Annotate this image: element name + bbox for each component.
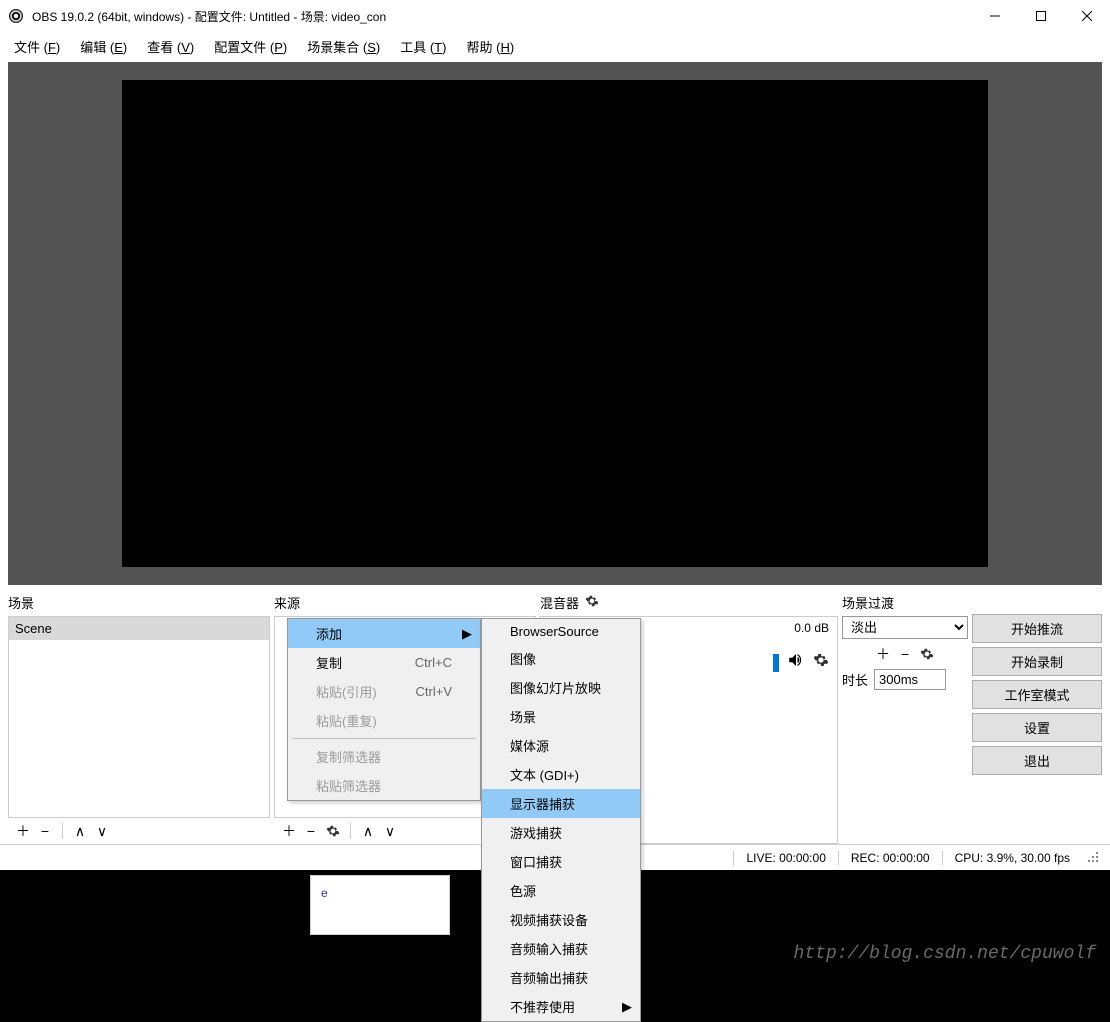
cm-copy-filters: 复制筛选器 xyxy=(288,742,480,771)
src-window-capture[interactable]: 窗口捕获 xyxy=(482,847,640,876)
menu-scene-collection[interactable]: 场景集合 (S) xyxy=(297,33,390,60)
sources-context-menu: 添加 ▶ 复制 Ctrl+C 粘贴(引用) Ctrl+V 粘贴(重复) 复制筛选… xyxy=(287,618,481,801)
add-source-submenu: BrowserSource 图像 图像幻灯片放映 场景 媒体源 文本 (GDI+… xyxy=(481,618,641,1022)
status-rec: REC: 00:00:00 xyxy=(838,851,942,865)
menu-profile[interactable]: 配置文件 (P) xyxy=(204,33,297,60)
start-streaming-button[interactable]: 开始推流 xyxy=(972,614,1102,643)
transition-add-icon[interactable]: ＋ xyxy=(874,645,892,663)
mixer-settings-icon[interactable] xyxy=(585,594,599,611)
titlebar: OBS 19.0.2 (64bit, windows) - 配置文件: Unti… xyxy=(0,0,1110,32)
resize-grip-icon[interactable] xyxy=(1086,850,1102,866)
src-display-capture[interactable]: 显示器捕获 xyxy=(482,789,640,818)
source-properties-icon[interactable] xyxy=(324,822,342,840)
transition-remove-icon[interactable]: − xyxy=(896,645,914,663)
volume-slider[interactable] xyxy=(773,654,779,672)
controls-panel: 开始推流 开始录制 工作室模式 设置 退出 xyxy=(972,589,1102,844)
duration-input[interactable] xyxy=(874,669,946,690)
cm-paste-ref: 粘贴(引用) Ctrl+V xyxy=(288,677,480,706)
menu-tools[interactable]: 工具 (T) xyxy=(390,33,456,60)
transitions-panel: 场景过渡 淡出 ＋ − 时长 xyxy=(842,589,968,844)
exit-button[interactable]: 退出 xyxy=(972,746,1102,775)
src-audio-output[interactable]: 音频输出捕获 xyxy=(482,963,640,992)
submenu-arrow-icon: ▶ xyxy=(462,626,472,642)
status-cpu: CPU: 3.9%, 30.00 fps xyxy=(942,851,1082,865)
src-media[interactable]: 媒体源 xyxy=(482,731,640,760)
menu-view[interactable]: 查看 (V) xyxy=(137,33,204,60)
menu-edit[interactable]: 编辑 (E) xyxy=(70,33,137,60)
duration-label: 时长 xyxy=(842,670,868,689)
settings-button[interactable]: 设置 xyxy=(972,713,1102,742)
watermark-text: http://blog.csdn.net/cpuwolf xyxy=(794,944,1096,964)
cm-add[interactable]: 添加 ▶ xyxy=(288,619,480,648)
source-up-icon[interactable]: ∧ xyxy=(359,822,377,840)
studio-mode-button[interactable]: 工作室模式 xyxy=(972,680,1102,709)
src-audio-input[interactable]: 音频输入捕获 xyxy=(482,934,640,963)
src-video-capture[interactable]: 视频捕获设备 xyxy=(482,905,640,934)
start-recording-button[interactable]: 开始录制 xyxy=(972,647,1102,676)
add-source-icon[interactable]: ＋ xyxy=(280,822,298,840)
scenes-title: 场景 xyxy=(8,589,270,616)
speaker-icon[interactable] xyxy=(787,651,805,674)
remove-source-icon[interactable]: − xyxy=(302,822,320,840)
scene-up-icon[interactable]: ∧ xyxy=(71,822,89,840)
channel-settings-icon[interactable] xyxy=(813,652,829,673)
transitions-title: 场景过渡 xyxy=(842,589,968,616)
source-down-icon[interactable]: ∨ xyxy=(381,822,399,840)
src-color-source[interactable]: 色源 xyxy=(482,876,640,905)
status-live: LIVE: 00:00:00 xyxy=(733,851,837,865)
transition-settings-icon[interactable] xyxy=(918,645,936,663)
sources-title: 来源 xyxy=(274,589,536,616)
transition-select[interactable]: 淡出 xyxy=(842,616,968,639)
scenes-toolbar: ＋ − ∧ ∨ xyxy=(8,818,270,844)
scene-down-icon[interactable]: ∨ xyxy=(93,822,111,840)
add-scene-icon[interactable]: ＋ xyxy=(14,822,32,840)
src-scene[interactable]: 场景 xyxy=(482,702,640,731)
mixer-channel-db: 0.0 dB xyxy=(794,621,829,635)
close-button[interactable] xyxy=(1064,0,1110,32)
preview-area xyxy=(8,62,1102,585)
maximize-button[interactable] xyxy=(1018,0,1064,32)
remove-scene-icon[interactable]: − xyxy=(36,822,54,840)
cm-paste-dup: 粘贴(重复) xyxy=(288,706,480,735)
scene-item[interactable]: Scene xyxy=(9,617,269,640)
scenes-panel: 场景 Scene ＋ − ∧ ∨ xyxy=(8,589,270,844)
window-title: OBS 19.0.2 (64bit, windows) - 配置文件: Unti… xyxy=(32,8,972,25)
menu-file[interactable]: 文件 (F) xyxy=(4,33,70,60)
menubar: 文件 (F) 编辑 (E) 查看 (V) 配置文件 (P) 场景集合 (S) 工… xyxy=(0,32,1110,60)
cm-paste-filters: 粘贴筛选器 xyxy=(288,771,480,800)
minimize-button[interactable] xyxy=(972,0,1018,32)
background-window: e xyxy=(310,875,450,935)
submenu-arrow-icon: ▶ xyxy=(622,999,632,1015)
obs-app-icon xyxy=(8,8,24,24)
src-deprecated[interactable]: 不推荐使用 ▶ xyxy=(482,992,640,1021)
src-game-capture[interactable]: 游戏捕获 xyxy=(482,818,640,847)
cm-copy[interactable]: 复制 Ctrl+C xyxy=(288,648,480,677)
mixer-title: 混音器 xyxy=(540,589,838,616)
src-slideshow[interactable]: 图像幻灯片放映 xyxy=(482,673,640,702)
src-image[interactable]: 图像 xyxy=(482,644,640,673)
src-text-gdi[interactable]: 文本 (GDI+) xyxy=(482,760,640,789)
src-browser[interactable]: BrowserSource xyxy=(482,619,640,644)
preview-canvas[interactable] xyxy=(122,80,988,567)
scenes-list[interactable]: Scene xyxy=(8,616,270,818)
menu-help[interactable]: 帮助 (H) xyxy=(456,33,524,60)
